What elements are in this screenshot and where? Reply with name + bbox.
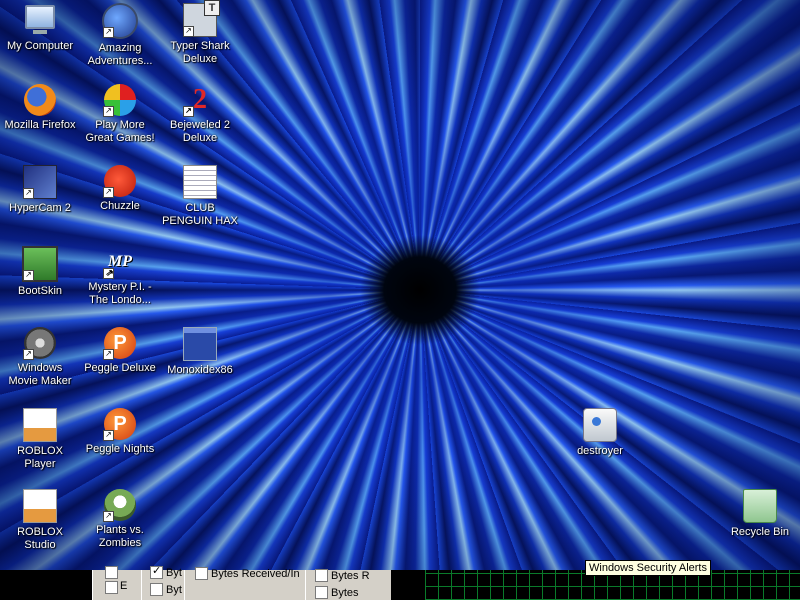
panel-column-3: Bytes Received/In	[184, 567, 306, 600]
mystery-pi-icon: MP ↗	[103, 246, 136, 279]
recycle-bin-icon	[743, 489, 777, 523]
shortcut-arrow-icon: ↗	[103, 268, 114, 279]
icon-label: BootSkin	[17, 285, 63, 297]
checkbox-label: Byt	[166, 567, 182, 579]
desktop-icon-roblox-studio[interactable]: ROBLOX Studio	[0, 489, 80, 552]
icon-label: Chuzzle	[100, 200, 140, 212]
checkbox[interactable]	[195, 567, 208, 580]
desktop-icon-peggle-deluxe[interactable]: ↗ Peggle Deluxe	[80, 327, 160, 375]
icon-label: Peggle Deluxe	[84, 362, 156, 374]
globe-icon: ↗	[102, 3, 138, 39]
window-app-icon	[183, 327, 217, 361]
checkbox-label: Bytes	[331, 587, 359, 599]
tooltip: Windows Security Alerts	[585, 560, 711, 576]
desktop-icon-plants-vs-zombies[interactable]: ↗ Plants vs. Zombies	[80, 489, 160, 550]
desktop-icon-typer-shark-deluxe[interactable]: ↗ Typer Shark Deluxe	[160, 0, 240, 66]
desktop-icon-bootskin[interactable]: ↗ BootSkin	[0, 246, 80, 298]
icon-label: Bejeweled 2 Deluxe	[170, 119, 230, 144]
hypercam-icon: ↗	[23, 165, 57, 199]
icon-label: Play More Great Games!	[85, 119, 155, 144]
icon-label: Recycle Bin	[730, 526, 790, 538]
desktop-icon-amazing-adventures[interactable]: ↗ Amazing Adventures...	[80, 3, 160, 68]
shortcut-arrow-icon: ↗	[23, 349, 34, 360]
icon-label: My Computer	[6, 40, 74, 52]
desktop-icon-bejeweled-2-deluxe[interactable]: 2 ↗ Bejeweled 2 Deluxe	[160, 84, 240, 145]
icon-label: Amazing Adventures...	[87, 42, 153, 67]
desktop-icon-hypercam[interactable]: ↗ HyperCam 2	[0, 165, 80, 215]
icon-label: HyperCam 2	[9, 202, 71, 214]
checkbox-checked[interactable]	[150, 564, 163, 579]
icon-label: Peggle Nights	[85, 443, 155, 455]
desktop-icon-mystery-pi[interactable]: MP ↗ Mystery P.I. - The Londo...	[80, 246, 160, 307]
checkbox[interactable]	[315, 586, 328, 599]
destroyer-icon	[583, 408, 617, 442]
checkbox[interactable]	[150, 583, 163, 596]
text-document-icon	[183, 165, 217, 199]
icon-label: Mozilla Firefox	[4, 119, 76, 131]
roblox-icon	[23, 408, 57, 442]
desktop-icon-mozilla-firefox[interactable]: Mozilla Firefox	[0, 84, 80, 132]
desktop-wallpaper[interactable]: My Computer Mozilla Firefox ↗ HyperCam 2…	[0, 0, 800, 570]
checkbox[interactable]	[105, 566, 118, 579]
icon-label: Typer Shark Deluxe	[170, 40, 230, 65]
typer-shark-icon: ↗	[183, 0, 220, 37]
icon-label: ROBLOX Studio	[17, 526, 63, 551]
panel-column-2: Byt Byt	[141, 564, 185, 600]
shortcut-arrow-icon: ↗	[23, 270, 34, 281]
desktop-icon-windows-movie-maker[interactable]: ↗ Windows Movie Maker	[0, 327, 80, 388]
icon-label: Plants vs. Zombies	[96, 524, 144, 549]
icon-label: Monoxidex86	[167, 364, 233, 376]
checkbox[interactable]	[105, 581, 118, 594]
desktop-icon-monoxidex86[interactable]: Monoxidex86	[160, 327, 240, 377]
peggle-icon: ↗	[103, 327, 136, 360]
peggle-nights-icon: ↗	[103, 408, 136, 441]
shortcut-arrow-icon: ↗	[103, 349, 114, 360]
desktop-icon-my-computer[interactable]: My Computer	[0, 3, 80, 53]
shortcut-arrow-icon: ↗	[183, 26, 194, 37]
checkbox[interactable]	[315, 569, 328, 582]
desktop-icon-peggle-nights[interactable]: ↗ Peggle Nights	[80, 408, 160, 456]
panel-column-4: Bytes R Bytes	[305, 569, 392, 600]
panel-spacer	[391, 570, 425, 600]
shortcut-arrow-icon: ↗	[183, 106, 194, 117]
checkbox-label: Bytes Received/In	[211, 568, 300, 580]
panel-column-1: E	[92, 566, 142, 600]
checkbox-label: Bytes R	[331, 570, 370, 582]
desktop-icon-chuzzle[interactable]: ↗ Chuzzle	[80, 165, 160, 213]
bejeweled-icon: 2 ↗	[183, 84, 216, 117]
desktop-icon-recycle-bin[interactable]: Recycle Bin	[720, 489, 800, 539]
shortcut-arrow-icon: ↗	[103, 430, 114, 441]
roblox-studio-icon	[23, 489, 57, 523]
desktop-icon-club-penguin-hax[interactable]: CLUB PENGUIN HAX	[160, 165, 240, 228]
bootskin-icon: ↗	[22, 246, 58, 282]
chuzzle-icon: ↗	[103, 165, 136, 198]
checkbox-label: Byt	[166, 584, 182, 596]
desktop-icon-destroyer[interactable]: destroyer	[560, 408, 640, 458]
movie-maker-icon: ↗	[23, 327, 56, 360]
play-more-icon: ↗	[103, 84, 136, 117]
shortcut-arrow-icon: ↗	[103, 511, 114, 522]
firefox-icon	[24, 84, 56, 116]
icon-label: Mystery P.I. - The Londo...	[88, 281, 152, 306]
desktop-icon-roblox-player[interactable]: ROBLOX Player	[0, 408, 80, 471]
desktop-icon-play-more-great-games[interactable]: ↗ Play More Great Games!	[80, 84, 160, 145]
shortcut-arrow-icon: ↗	[103, 187, 114, 198]
computer-icon	[24, 5, 56, 37]
shortcut-arrow-icon: ↗	[103, 27, 114, 38]
icon-label: destroyer	[577, 445, 623, 457]
checkbox-label: E	[120, 580, 128, 592]
icon-label: ROBLOX Player	[17, 445, 63, 470]
plants-vs-zombies-icon: ↗	[103, 489, 136, 522]
shortcut-arrow-icon: ↗	[23, 188, 34, 199]
icon-label: Windows Movie Maker	[8, 362, 72, 387]
icon-label: CLUB PENGUIN HAX	[162, 202, 238, 227]
shortcut-arrow-icon: ↗	[103, 106, 114, 117]
